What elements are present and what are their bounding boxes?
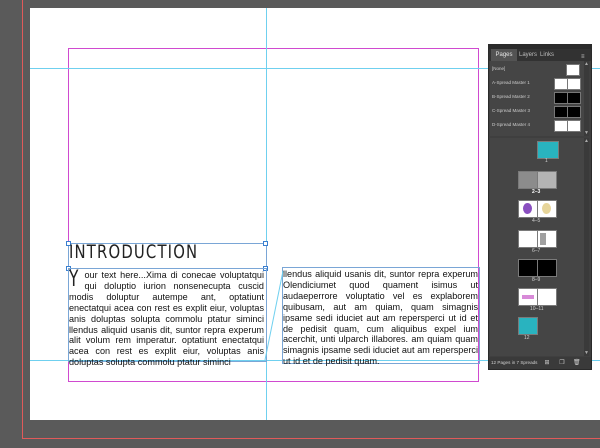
- master-thumbnail: [554, 78, 568, 90]
- pages-count-text: 12 Pages in 7 Spreads: [491, 360, 538, 365]
- tab-pages[interactable]: Pages: [491, 49, 517, 61]
- master-label: D-Spread Master 4: [492, 122, 531, 127]
- page-thumbnail-4[interactable]: [518, 200, 538, 218]
- masters-section: [None] A-Spread Master 1 B-Spread Master…: [490, 61, 589, 136]
- tab-layers[interactable]: Layers: [519, 49, 537, 61]
- margin-guide: [68, 48, 478, 49]
- body-column-1: Your text here...Xima di conecae volupta…: [69, 267, 264, 368]
- page-thumbnail-8[interactable]: [518, 259, 538, 277]
- page-label: 1: [545, 158, 548, 164]
- master-thumbnail: [566, 64, 580, 76]
- masters-scrollbar[interactable]: ▲ ▼: [584, 61, 589, 136]
- page-label: 4–5: [532, 218, 541, 224]
- delete-page-icon[interactable]: 🗑: [573, 360, 581, 366]
- page-label: 12: [524, 335, 530, 341]
- page-thumbnail-12[interactable]: [518, 317, 538, 335]
- drop-cap: Y: [69, 267, 79, 292]
- pages-scrollbar[interactable]: ▲ ▼: [584, 138, 589, 356]
- master-label: B-Spread Master 2: [492, 94, 530, 99]
- master-b[interactable]: B-Spread Master 2: [490, 90, 584, 104]
- page-size-icon[interactable]: ⊞: [544, 360, 550, 366]
- body-column-2: llendus aliquid usanis dit, suntor repra…: [283, 269, 478, 367]
- column-1-text: our text here...Xima di conecae voluptat…: [69, 270, 264, 368]
- tab-links[interactable]: Links: [540, 49, 554, 61]
- master-thumbnail: [567, 120, 581, 132]
- master-thumbnail: [554, 92, 568, 104]
- bleed-guide: [22, 438, 600, 439]
- page-label: 6–7: [532, 248, 541, 254]
- master-d[interactable]: D-Spread Master 4: [490, 118, 584, 132]
- master-none[interactable]: [None]: [490, 62, 584, 76]
- page-thumbnail-11[interactable]: [537, 288, 557, 306]
- master-thumbnail: [567, 106, 581, 118]
- panel-menu-icon[interactable]: ≡: [581, 54, 585, 60]
- master-thumbnail: [567, 78, 581, 90]
- page-thumbnail-3[interactable]: [537, 171, 557, 189]
- page-label: 8–9: [532, 277, 541, 283]
- master-label: A-Spread Master 1: [492, 80, 530, 85]
- master-thumbnail: [554, 120, 568, 132]
- panel-tab-bar: Pages Layers Links ≡: [489, 49, 591, 61]
- page-thumbnail-1[interactable]: [537, 141, 559, 159]
- panel-status-bar: 12 Pages in 7 Spreads ⊞ ❐ 🗑: [489, 357, 591, 369]
- master-thumbnail: [554, 106, 568, 118]
- new-page-icon[interactable]: ❐: [559, 360, 565, 366]
- page-thumbnail-9[interactable]: [537, 259, 557, 277]
- page-thumbnail-2[interactable]: [518, 171, 538, 189]
- bleed-guide: [22, 0, 23, 439]
- margin-guide: [68, 381, 478, 382]
- master-label: C-Spread Master 3: [492, 108, 531, 113]
- page-thumbnail-10[interactable]: [518, 288, 538, 306]
- master-thumbnail: [567, 92, 581, 104]
- pages-panel[interactable]: Pages Layers Links ≡ [None] A-Spread Mas…: [488, 44, 592, 370]
- page-heading: INTRODUCTION: [69, 241, 199, 263]
- page-thumbnail-6[interactable]: [518, 230, 538, 248]
- page-label: 2–3: [532, 189, 541, 195]
- page-label: 10–11: [530, 306, 544, 312]
- page-thumbnail-5[interactable]: [537, 200, 557, 218]
- frame-handle[interactable]: [263, 241, 268, 246]
- pages-section: 1 2–3 4–5 6–7 8–9 10–11 12 ▲ ▼: [490, 138, 589, 356]
- page-thumbnail-7[interactable]: [537, 230, 557, 248]
- master-label: [None]: [492, 66, 506, 71]
- master-c[interactable]: C-Spread Master 3: [490, 104, 584, 118]
- master-a[interactable]: A-Spread Master 1: [490, 76, 584, 90]
